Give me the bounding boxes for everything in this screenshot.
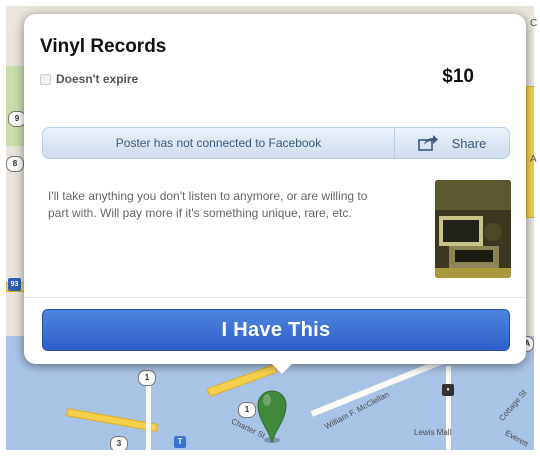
map-pin-icon[interactable]	[255, 386, 289, 444]
share-label: Share	[451, 135, 487, 151]
card-divider	[24, 297, 526, 298]
listing-price: $10	[442, 66, 474, 87]
transit-icon: •	[442, 384, 454, 396]
map-label-lewis: Lewis Mall	[414, 428, 452, 437]
park-area	[6, 66, 24, 146]
share-arrow-icon	[417, 135, 438, 151]
listing-popup: Vinyl Records Doesn't expire $10 Poster …	[24, 14, 526, 364]
i-have-this-button[interactable]: I Have This	[42, 309, 510, 351]
expiry-row: Doesn't expire	[40, 72, 138, 86]
route-shield: 8	[6, 156, 24, 172]
map-edge-label: A	[530, 154, 537, 165]
listing-title: Vinyl Records	[40, 36, 167, 57]
transit-icon: T	[174, 436, 186, 448]
share-button[interactable]: Share	[394, 128, 509, 158]
listing-photo[interactable]	[435, 180, 511, 278]
highway-road	[526, 86, 534, 218]
street-road	[446, 366, 451, 450]
checkbox-icon	[40, 73, 51, 85]
route-shield: 1	[138, 370, 156, 386]
facebook-status[interactable]: Poster has not connected to Facebook	[43, 128, 394, 158]
street-road	[146, 386, 151, 450]
water-area	[256, 366, 534, 416]
record-player-image	[435, 180, 511, 278]
map-edge-label: C	[530, 18, 538, 29]
route-shield: 1	[238, 402, 256, 418]
facebook-share-bar: Poster has not connected to Facebook Sha…	[42, 127, 510, 159]
route-shield: 3	[110, 436, 128, 450]
popup-pointer	[270, 362, 294, 374]
interstate-shield: 93	[8, 278, 21, 291]
listing-description: I'll take anything you don't listen to a…	[48, 189, 368, 220]
expiry-label: Doesn't expire	[56, 72, 139, 86]
